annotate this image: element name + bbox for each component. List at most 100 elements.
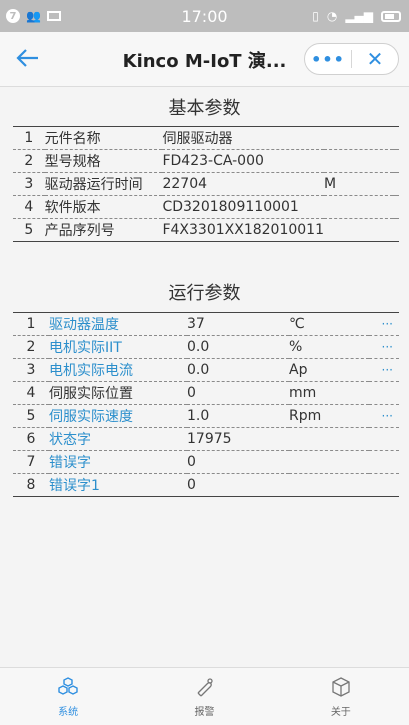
param-value: 0.0 [187,358,289,382]
param-name: 元件名称 [44,126,163,150]
tab-about-label: 关于 [330,707,351,718]
param-unit: M [324,172,393,196]
row-index: 2 [13,335,49,359]
param-name[interactable]: 状态字 [49,427,187,451]
tab-alarm[interactable]: 报警 [136,668,272,725]
run-param-row: 8 错误字1 0 [13,473,399,497]
param-value: 0 [187,381,289,405]
row-more-icon[interactable]: ··· [369,404,399,428]
param-unit: mm [289,381,369,405]
battery-icon [381,10,401,22]
run-params-table: 1 驱动器温度 37 ℃ ··· 2 电机实际IIT 0.0% ··· 3 电机实际电流 0.0 Ap ·… [13,312,399,497]
param-name[interactable]: 驱动器温度 [49,312,187,336]
row-spacer [393,218,399,242]
param-value: FD423-CA-000 [162,149,324,173]
param-unit [324,195,393,219]
param-name: 驱动器运行时间 [44,172,163,196]
row-index: 8 [13,473,49,497]
run-param-row: 7 错误字 0 [13,450,399,474]
row-more-icon [369,427,399,451]
cubes-icon [58,677,78,695]
run-param-row: 1 驱动器温度 37 ℃ ··· [13,312,399,336]
basic-param-row: 4 软件版本 CD3201809110001 [13,195,399,219]
basic-params-table: 1 元件名称 伺服驱动器 2 型号规格 FD423-CA-000 3 驱动器运行时间 22704… [13,126,399,242]
basic-param-row: 2 型号规格 FD423-CA-000 [13,149,399,173]
param-name: 产品序列号 [44,218,163,242]
row-index: 6 [13,427,49,451]
signal-icon: ▂▄▆ [345,9,373,23]
row-more-icon [369,381,399,405]
bottom-tab-bar: 系统 报警 关于 [0,667,409,725]
param-name[interactable]: 伺服实际速度 [49,404,187,428]
param-value: 1.0 [187,404,289,428]
row-more-icon [369,473,399,497]
param-value: 17975 [187,427,289,451]
tab-alarm-label: 报警 [194,707,215,718]
param-value: CD3201809110001 [162,195,324,219]
box-icon [332,677,350,697]
param-unit [324,149,393,173]
param-value: 0 [187,473,289,497]
row-index: 4 [13,381,49,405]
param-value: 0.0 [187,335,289,359]
row-spacer [393,172,399,196]
row-more-icon[interactable]: ··· [369,358,399,382]
param-name[interactable]: 电机实际电流 [49,358,187,382]
tab-system[interactable]: 系统 [0,668,136,725]
basic-params-title: 基本参数 [168,98,241,119]
basic-param-row: 5 产品序列号 F4X3301XX182010011 [13,218,399,242]
row-more-icon[interactable]: ··· [369,335,399,359]
param-unit: ℃ [289,312,369,336]
param-unit: Rpm [289,404,369,428]
close-button[interactable]: ✕ [352,47,398,71]
param-name[interactable]: 错误字 [49,450,187,474]
param-name: 型号规格 [44,149,163,173]
row-index: 1 [13,126,45,150]
capsule-menu: ••• ✕ [304,43,399,75]
basic-param-row: 3 驱动器运行时间 22704 M [13,172,399,196]
param-unit [289,473,369,497]
row-more-icon [369,450,399,474]
run-param-row: 6 状态字 17975 [13,427,399,451]
vibrate-icon: ▯ [312,9,319,23]
param-value: 0 [187,450,289,474]
param-unit: Ap [289,358,369,382]
row-index: 5 [13,218,45,242]
run-param-row: 4 伺服实际位置 0 mm [13,381,399,405]
row-index: 3 [13,358,49,382]
param-name[interactable]: 电机实际IIT [49,335,187,359]
run-params-title: 运行参数 [168,283,241,304]
param-value: 伺服驱动器 [162,126,324,150]
row-index: 4 [13,195,45,219]
param-unit [324,218,393,242]
status-bar: 7 👥 17:00 ▯ ◔ ▂▄▆ [0,0,409,32]
param-value: F4X3301XX182010011 [162,218,324,242]
param-unit [324,126,393,150]
alarm-icon [198,678,214,697]
param-name: 伺服实际位置 [49,381,187,405]
row-spacer [393,149,399,173]
row-spacer [393,126,399,150]
row-index: 7 [13,450,49,474]
row-index: 1 [13,312,49,336]
basic-param-row: 1 元件名称 伺服驱动器 [13,126,399,150]
param-name[interactable]: 错误字1 [49,473,187,497]
row-index: 3 [13,172,45,196]
tab-system-label: 系统 [58,707,79,718]
param-unit: % [289,335,369,359]
row-spacer [393,195,399,219]
param-name: 软件版本 [44,195,163,219]
tab-about[interactable]: 关于 [273,668,409,725]
param-value: 37 [187,312,289,336]
param-unit [289,450,369,474]
param-unit [289,427,369,451]
nav-header: Kinco M-IoT 演... ••• ✕ [0,32,409,87]
wifi-icon: ◔ [326,9,338,23]
row-more-icon[interactable]: ··· [369,312,399,336]
run-param-row: 2 电机实际IIT 0.0% ··· [13,335,399,359]
run-param-row: 3 电机实际电流 0.0 Ap ··· [13,358,399,382]
run-param-row: 5 伺服实际速度 1.0 Rpm ··· [13,404,399,428]
param-value: 22704 [162,172,324,196]
row-index: 2 [13,149,45,173]
more-options-button[interactable]: ••• [305,50,351,69]
